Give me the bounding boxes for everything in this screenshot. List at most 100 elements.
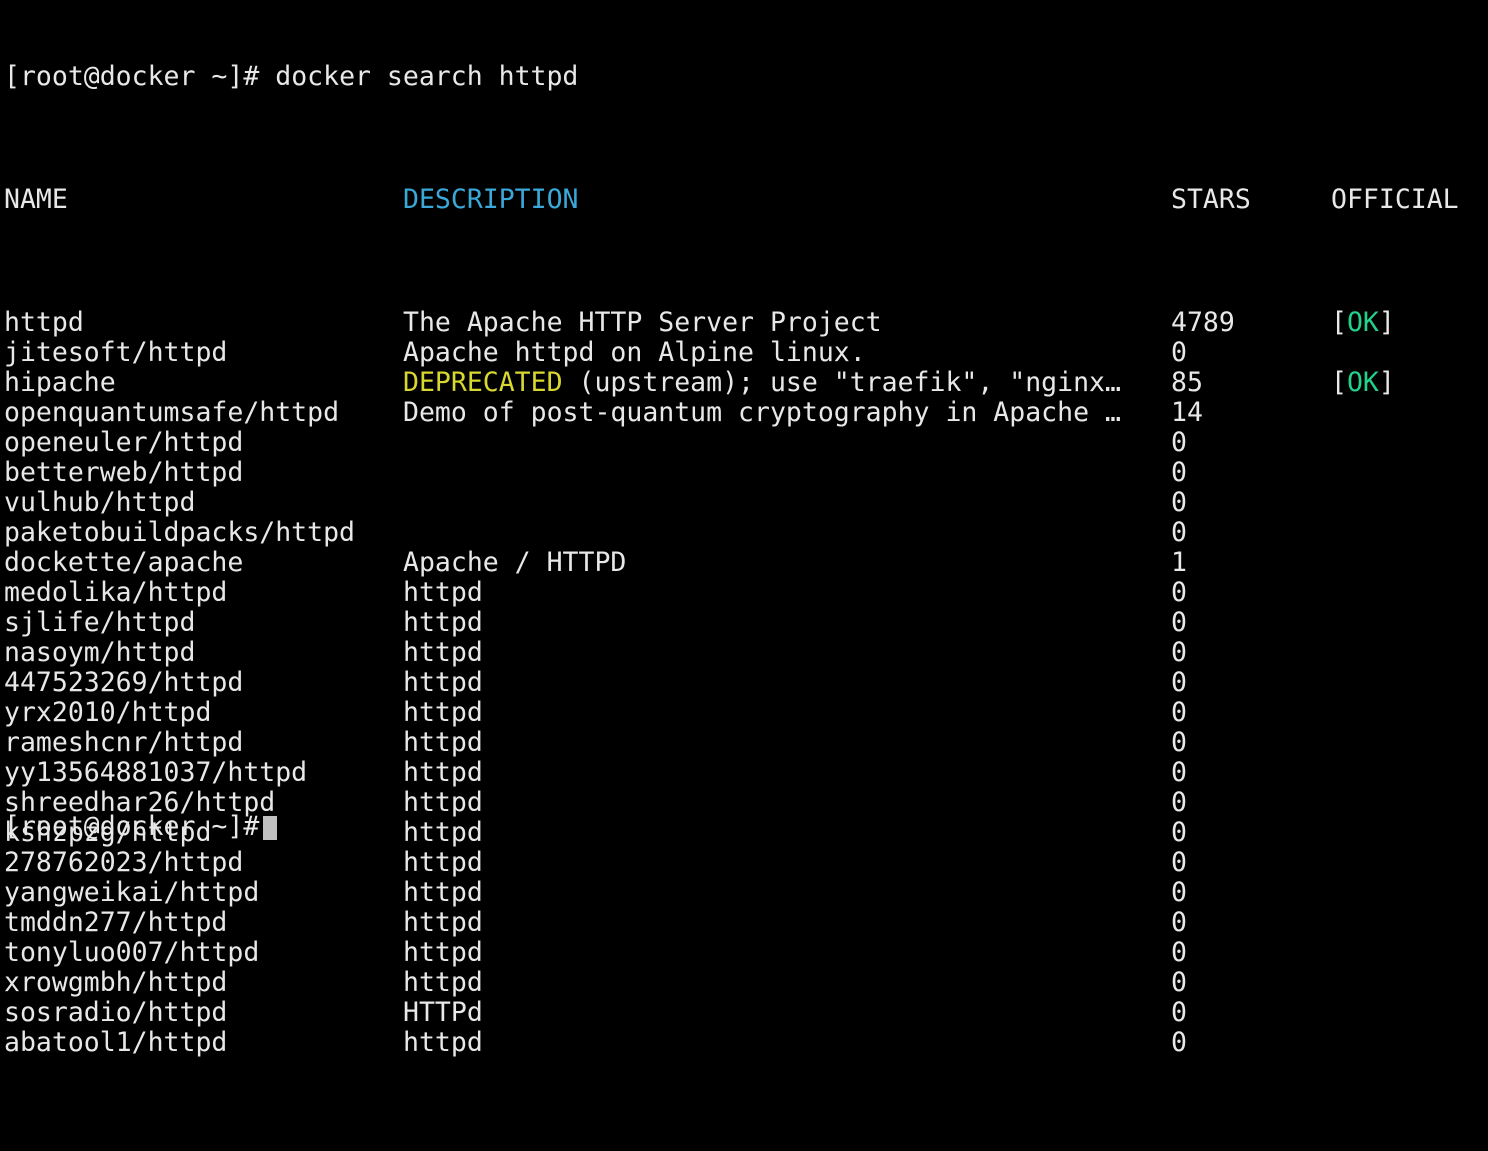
row-stars: 0 xyxy=(1171,518,1187,548)
official-ok-label: OK xyxy=(1346,368,1379,398)
row-description: httpd xyxy=(403,638,483,668)
row-official xyxy=(1331,488,1481,518)
table-row: tmddn277/httpd httpd 0 xyxy=(4,908,1484,938)
row-official: [OK] xyxy=(1331,308,1481,338)
row-stars: 0 xyxy=(1171,698,1187,728)
row-official xyxy=(1331,908,1481,938)
row-name: openeuler/httpd xyxy=(4,428,244,458)
row-stars: 0 xyxy=(1171,848,1187,878)
terminal-window[interactable]: [root@docker ~]# docker search httpd NAM… xyxy=(4,0,1484,1058)
row-stars: 0 xyxy=(1171,428,1187,458)
table-row: httpd The Apache HTTP Server Project 4789 [… xyxy=(4,308,1484,338)
row-stars: 0 xyxy=(1171,878,1187,908)
table-row: sjlife/httpd httpd 0 xyxy=(4,608,1484,638)
row-name: hipache xyxy=(4,368,116,398)
row-description xyxy=(403,458,1163,488)
row-name: yy13564881037/httpd xyxy=(4,758,308,788)
command-text: docker search httpd xyxy=(275,61,579,92)
row-description: httpd xyxy=(403,698,483,728)
row-description: httpd xyxy=(403,668,483,698)
row-official xyxy=(1331,668,1481,698)
row-stars: 0 xyxy=(1171,968,1187,998)
deprecated-label: DEPRECATED xyxy=(403,368,563,398)
table-row: yrx2010/httpd httpd 0 xyxy=(4,698,1484,728)
row-name: sosradio/httpd xyxy=(4,998,228,1028)
row-description: httpd xyxy=(403,968,483,998)
text-cursor[interactable] xyxy=(263,815,278,840)
row-description: httpd xyxy=(403,848,483,878)
row-name: tonyluo007/httpd xyxy=(4,938,260,968)
row-official xyxy=(1331,578,1481,608)
row-official xyxy=(1331,968,1481,998)
table-row: paketobuildpacks/httpd 0 xyxy=(4,518,1484,548)
row-description: httpd xyxy=(403,908,483,938)
row-stars: 0 xyxy=(1171,758,1187,788)
row-official xyxy=(1331,938,1481,968)
row-description: httpd xyxy=(403,758,483,788)
row-description: Apache / HTTPD xyxy=(403,548,627,578)
row-description: httpd xyxy=(403,578,483,608)
row-stars: 0 xyxy=(1171,728,1187,758)
official-bracket-open: [ xyxy=(1331,308,1347,338)
table-row: dockette/apache Apache / HTTPD 1 xyxy=(4,548,1484,578)
row-name: xrowgmbh/httpd xyxy=(4,968,228,998)
table-row: medolika/httpd httpd 0 xyxy=(4,578,1484,608)
official-bracket-open: [ xyxy=(1331,368,1347,398)
row-official xyxy=(1331,758,1481,788)
row-name: abatool1/httpd xyxy=(4,1028,228,1058)
row-name: jitesoft/httpd xyxy=(4,338,228,368)
row-description: httpd xyxy=(403,1028,483,1058)
row-name: medolika/httpd xyxy=(4,578,228,608)
row-stars: 14 xyxy=(1171,398,1203,428)
row-official xyxy=(1331,608,1481,638)
results-table: httpd The Apache HTTP Server Project 4789 [… xyxy=(4,308,1484,1058)
row-name: tmddn277/httpd xyxy=(4,908,228,938)
row-official xyxy=(1331,548,1481,578)
header-stars: STARS xyxy=(1171,185,1251,215)
row-name: paketobuildpacks/httpd xyxy=(4,518,355,548)
official-bracket-close: ] xyxy=(1378,308,1395,338)
header-official: OFFICIAL xyxy=(1331,185,1459,215)
row-official xyxy=(1331,728,1481,758)
row-stars: 0 xyxy=(1171,938,1187,968)
row-stars: 0 xyxy=(1171,338,1187,368)
table-row: 447523269/httpd httpd 0 xyxy=(4,668,1484,698)
row-name: yrx2010/httpd xyxy=(4,698,212,728)
table-row: vulhub/httpd 0 xyxy=(4,488,1484,518)
table-row: yangweikai/httpd httpd 0 xyxy=(4,878,1484,908)
table-row: betterweb/httpd 0 xyxy=(4,458,1484,488)
row-stars: 0 xyxy=(1171,488,1187,518)
table-row: openquantumsafe/httpd Demo of post-quantu… xyxy=(4,398,1484,428)
table-row: rameshcnr/httpd httpd 0 xyxy=(4,728,1484,758)
row-official xyxy=(1331,518,1481,548)
row-stars: 0 xyxy=(1171,668,1187,698)
row-description: Demo of post-quantum cryptography in Apa… xyxy=(403,398,1121,428)
row-stars: 0 xyxy=(1171,998,1187,1028)
table-row: nasoym/httpd httpd 0 xyxy=(4,638,1484,668)
next-prompt-line: [root@docker ~]# xyxy=(4,812,1484,842)
row-stars: 85 xyxy=(1171,368,1203,398)
description-text: (upstream); use "traefik", "nginx… xyxy=(562,368,1121,398)
row-official xyxy=(1331,338,1481,368)
row-description: DEPRECATED (upstream); use "traefik", "n… xyxy=(403,368,1163,398)
row-description xyxy=(403,518,1163,548)
row-name: openquantumsafe/httpd xyxy=(4,398,340,428)
row-stars: 0 xyxy=(1171,908,1187,938)
table-row: tonyluo007/httpd httpd 0 xyxy=(4,938,1484,968)
row-official xyxy=(1331,428,1481,458)
table-row: 278762023/httpd httpd 0 xyxy=(4,848,1484,878)
table-row: jitesoft/httpd Apache httpd on Alpine lin… xyxy=(4,338,1484,368)
row-description: httpd xyxy=(403,938,483,968)
row-description xyxy=(403,488,1163,518)
official-ok-label: OK xyxy=(1346,308,1379,338)
row-name: 447523269/httpd xyxy=(4,668,244,698)
row-description: Apache httpd on Alpine linux. xyxy=(403,338,866,368)
row-name: sjlife/httpd xyxy=(4,608,196,638)
next-shell-prompt: [root@docker ~]# xyxy=(4,811,260,842)
row-official xyxy=(1331,638,1481,668)
row-name: yangweikai/httpd xyxy=(4,878,260,908)
row-stars: 0 xyxy=(1171,458,1187,488)
row-stars: 0 xyxy=(1171,608,1187,638)
row-official xyxy=(1331,398,1481,428)
row-name: nasoym/httpd xyxy=(4,638,196,668)
